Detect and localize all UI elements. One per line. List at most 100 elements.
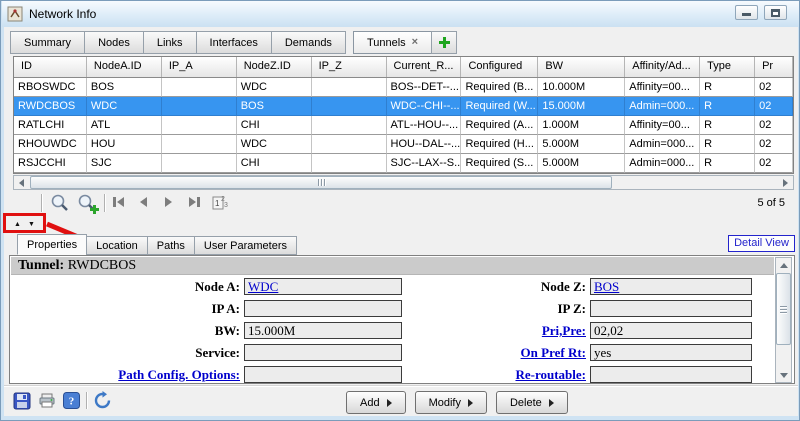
minimize-button[interactable]	[735, 5, 758, 20]
add-button[interactable]: Add	[346, 391, 406, 414]
toolbar-separator	[41, 194, 42, 212]
first-row-button[interactable]	[113, 197, 124, 207]
table-cell: Admin=000...	[625, 97, 700, 116]
tab-links[interactable]: Links	[143, 31, 197, 54]
table-row[interactable]: RSJCCHISJCCHISJC--LAX--S...Required (S..…	[14, 154, 793, 173]
tab-tunnels[interactable]: Tunnels×	[353, 31, 432, 54]
horizontal-scrollbar-thumb[interactable]	[30, 176, 612, 189]
annotation-box	[3, 213, 46, 233]
tab-label: Location	[96, 240, 138, 252]
help-icon[interactable]: ?	[63, 392, 80, 409]
zoom-icon[interactable]	[49, 193, 72, 214]
window-title: Network Info	[29, 7, 96, 21]
field-label[interactable]: Path Config. Options:	[16, 366, 240, 383]
next-row-button[interactable]	[165, 197, 172, 207]
menu-arrow-icon	[549, 399, 554, 407]
table-cell: Required (W...	[461, 97, 538, 116]
tab-summary[interactable]: Summary	[10, 31, 85, 54]
column-header[interactable]: BW	[538, 57, 625, 77]
detail-tab-location[interactable]: Location	[86, 236, 148, 255]
table-cell: CHI	[237, 116, 312, 135]
detail-view-button[interactable]: Detail View	[728, 235, 795, 252]
table-cell	[162, 135, 237, 154]
field-label: Node Z:	[406, 278, 586, 295]
field-value-link[interactable]: BOS	[594, 279, 619, 294]
toolbar-separator	[104, 194, 105, 212]
menu-arrow-icon	[387, 399, 392, 407]
table-row[interactable]: RBOSWDCBOSWDCBOS--DET--...Required (B...…	[14, 78, 793, 97]
previous-row-button[interactable]	[140, 197, 147, 207]
field-label[interactable]: Re-routable:	[406, 366, 586, 383]
add-tab-button[interactable]	[431, 31, 457, 54]
tab-demands[interactable]: Demands	[271, 31, 346, 54]
maximize-button[interactable]	[764, 5, 787, 20]
column-header[interactable]: Pr	[755, 57, 793, 77]
title-bar[interactable]: Network Info	[2, 1, 799, 27]
column-header[interactable]: NodeZ.ID	[237, 57, 312, 77]
goto-row-icon[interactable]: 1 2 3	[212, 193, 230, 211]
tab-label: User Parameters	[204, 240, 287, 252]
tab-interfaces[interactable]: Interfaces	[196, 31, 272, 54]
column-header[interactable]: Type	[700, 57, 755, 77]
field-value-link[interactable]: WDC	[248, 279, 278, 294]
column-header[interactable]: ID	[14, 57, 87, 77]
scroll-right-button[interactable]	[778, 176, 793, 189]
tab-label: Nodes	[98, 37, 130, 49]
button-label: Add	[360, 397, 380, 409]
view-tab-bar: Summary Nodes LinksInterfaces Demands Tunnel…	[10, 31, 457, 54]
svg-text:3: 3	[224, 202, 228, 209]
zoom-add-icon[interactable]	[76, 193, 100, 214]
table-cell: WDC--CHI--...	[387, 97, 462, 116]
table-cell: RATLCHI	[14, 116, 87, 135]
field-value-box	[244, 366, 402, 383]
save-icon[interactable]	[13, 392, 31, 410]
tab-label: Paths	[157, 240, 185, 252]
table-row[interactable]: RWDCBOSWDCBOSWDC--CHI--...Required (W...…	[14, 97, 793, 116]
table-cell: 5.000M	[538, 154, 625, 173]
tab-label: Demands	[285, 37, 332, 49]
detail-tab-properties[interactable]: Properties	[17, 234, 87, 255]
table-cell: BOS	[237, 97, 312, 116]
app-icon	[7, 6, 23, 22]
table-cell: Required (B...	[461, 78, 538, 97]
tab-nodes[interactable]: Nodes	[84, 31, 144, 54]
close-tab-icon[interactable]: ×	[412, 37, 418, 48]
column-header[interactable]: IP_A	[162, 57, 237, 77]
scroll-down-button[interactable]	[776, 368, 791, 382]
table-cell: BOS	[87, 78, 162, 97]
table-cell: RSJCCHI	[14, 154, 87, 173]
vertical-scrollbar[interactable]	[775, 257, 792, 383]
table-cell: Admin=000...	[625, 154, 700, 173]
last-row-button[interactable]	[189, 197, 200, 207]
column-header[interactable]: NodeA.ID	[87, 57, 162, 77]
delete-button[interactable]: Delete	[496, 391, 568, 414]
field-label[interactable]: On Pref Rt:	[406, 344, 586, 361]
scroll-up-button[interactable]	[776, 258, 791, 272]
grip	[318, 179, 319, 186]
column-header[interactable]: IP_Z	[312, 57, 387, 77]
table-cell: ATL--HOU--...	[387, 116, 462, 135]
table-row[interactable]: RHOUWDCHOUWDCHOU--DAL--...Required (H...…	[14, 135, 793, 154]
table-cell: WDC	[237, 78, 312, 97]
table-cell: SJC--LAX--S...	[387, 154, 462, 173]
grip	[324, 179, 325, 186]
column-header[interactable]: Affinity/Ad...	[625, 57, 700, 77]
vertical-scrollbar-thumb[interactable]	[776, 273, 791, 345]
up-arrow-icon	[780, 263, 788, 268]
plus-icon	[438, 36, 451, 49]
next-row-icon	[165, 197, 172, 207]
tunnel-header: Tunnel: RWDCBOS	[11, 257, 774, 275]
column-header[interactable]: Current_R...	[387, 57, 462, 77]
detail-tab-paths[interactable]: Paths	[147, 236, 195, 255]
table-row[interactable]: RATLCHIATLCHIATL--HOU--...Required (A...…	[14, 116, 793, 135]
scroll-left-button[interactable]	[14, 176, 29, 189]
modify-button[interactable]: Modify	[415, 391, 487, 414]
field-label[interactable]: Pri,Pre:	[406, 322, 586, 339]
horizontal-scrollbar[interactable]	[13, 175, 794, 190]
column-header[interactable]: Configured	[461, 57, 538, 77]
refresh-icon[interactable]	[93, 391, 112, 410]
detail-tab-user-parameters[interactable]: User Parameters	[194, 236, 297, 255]
grip	[780, 306, 787, 307]
table-cell: Required (H...	[461, 135, 538, 154]
print-icon[interactable]	[38, 392, 56, 410]
